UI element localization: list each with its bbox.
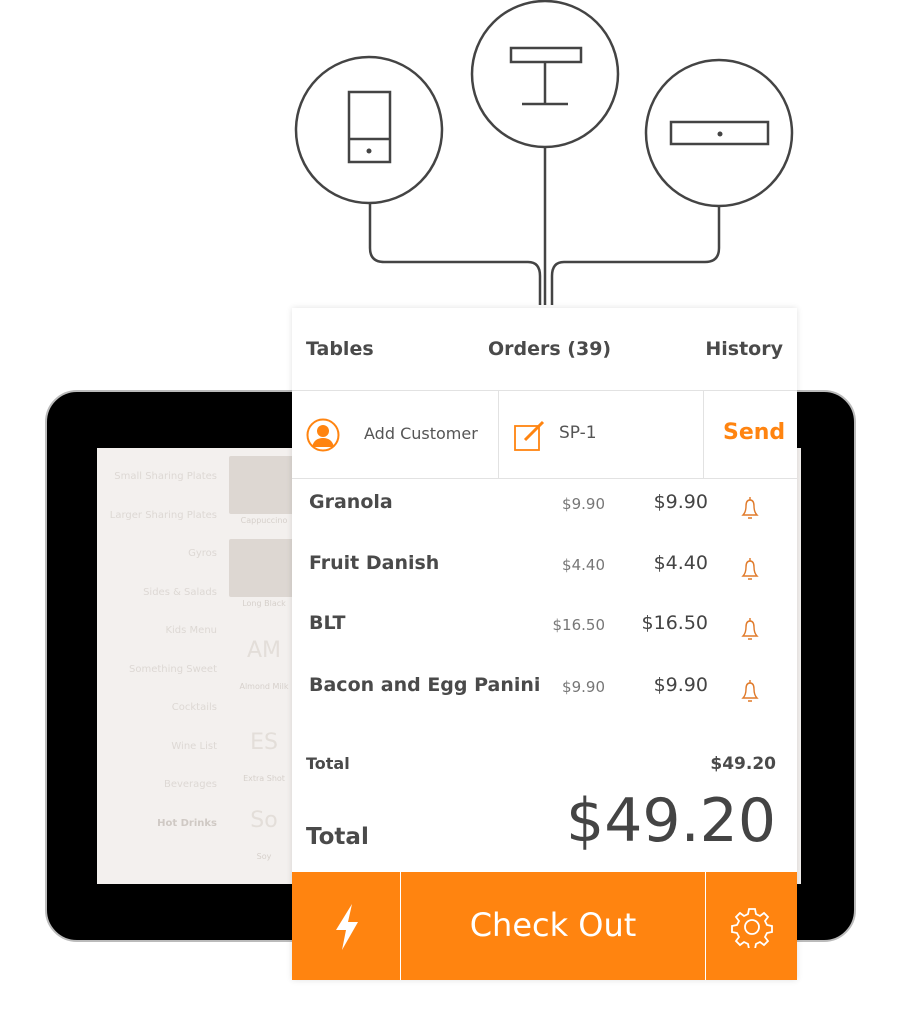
order-panel: Tables Orders (39) History Add Customer … xyxy=(292,308,797,980)
menu-category[interactable]: Gyros xyxy=(97,548,217,559)
menu-tile[interactable]: AM Almond Milk xyxy=(229,622,299,691)
circle-portrait-device xyxy=(294,55,444,205)
subtotal-value: $49.20 xyxy=(710,754,776,774)
total-label: Total xyxy=(306,824,369,850)
tab-tables[interactable]: Tables xyxy=(306,338,374,360)
bell-icon[interactable] xyxy=(737,678,763,704)
settings-button[interactable] xyxy=(706,872,797,980)
subtotal-label: Total xyxy=(306,754,350,773)
order-item-row[interactable]: Granola $9.90 $9.90 xyxy=(292,491,797,551)
menu-tile[interactable]: Cappuccino xyxy=(229,456,299,525)
menu-category[interactable]: Small Sharing Plates xyxy=(97,471,217,482)
send-button[interactable]: Send xyxy=(704,390,797,478)
checkout-button[interactable]: Check Out xyxy=(401,872,705,980)
menu-category[interactable]: Something Sweet xyxy=(97,664,217,675)
tab-history[interactable]: History xyxy=(705,338,783,360)
device-diagram xyxy=(294,0,794,305)
bell-icon[interactable] xyxy=(737,495,763,521)
menu-category[interactable]: Beverages xyxy=(97,779,217,790)
order-item-row[interactable]: BLT $16.50 $16.50 xyxy=(292,612,797,672)
quick-sale-button[interactable] xyxy=(292,872,400,980)
menu-category[interactable]: Cocktails xyxy=(97,702,217,713)
total-value: $49.20 xyxy=(566,786,776,856)
long-black-image xyxy=(229,539,299,597)
bell-icon[interactable] xyxy=(737,556,763,582)
tab-orders[interactable]: Orders (39) xyxy=(488,338,611,360)
bell-icon[interactable] xyxy=(737,616,763,642)
customer-icon xyxy=(306,418,340,452)
table-icon xyxy=(509,46,583,64)
add-customer-button[interactable]: Add Customer xyxy=(292,390,498,478)
menu-tile[interactable]: ES Extra Shot xyxy=(229,714,299,783)
order-item-row[interactable]: Fruit Danish $4.40 $4.40 xyxy=(292,552,797,612)
order-name-field[interactable]: SP-1 xyxy=(499,390,703,478)
cappuccino-image xyxy=(229,456,299,514)
menu-category[interactable]: Larger Sharing Plates xyxy=(97,510,217,521)
divider xyxy=(292,478,797,479)
menu-category[interactable]: Kids Menu xyxy=(97,625,217,636)
menu-category-active[interactable]: Hot Drinks xyxy=(97,818,217,829)
gear-icon xyxy=(731,908,773,948)
lightning-icon xyxy=(336,904,358,950)
menu-tile[interactable]: So Soy xyxy=(229,792,299,861)
menu-tile[interactable]: Long Black xyxy=(229,539,299,608)
order-item-row[interactable]: Bacon and Egg Panini $9.90 $9.90 xyxy=(292,674,797,734)
menu-category[interactable]: Sides & Salads xyxy=(97,587,217,598)
checkout-bar: Check Out xyxy=(292,872,797,980)
edit-icon xyxy=(514,420,545,451)
menu-category[interactable]: Wine List xyxy=(97,741,217,752)
